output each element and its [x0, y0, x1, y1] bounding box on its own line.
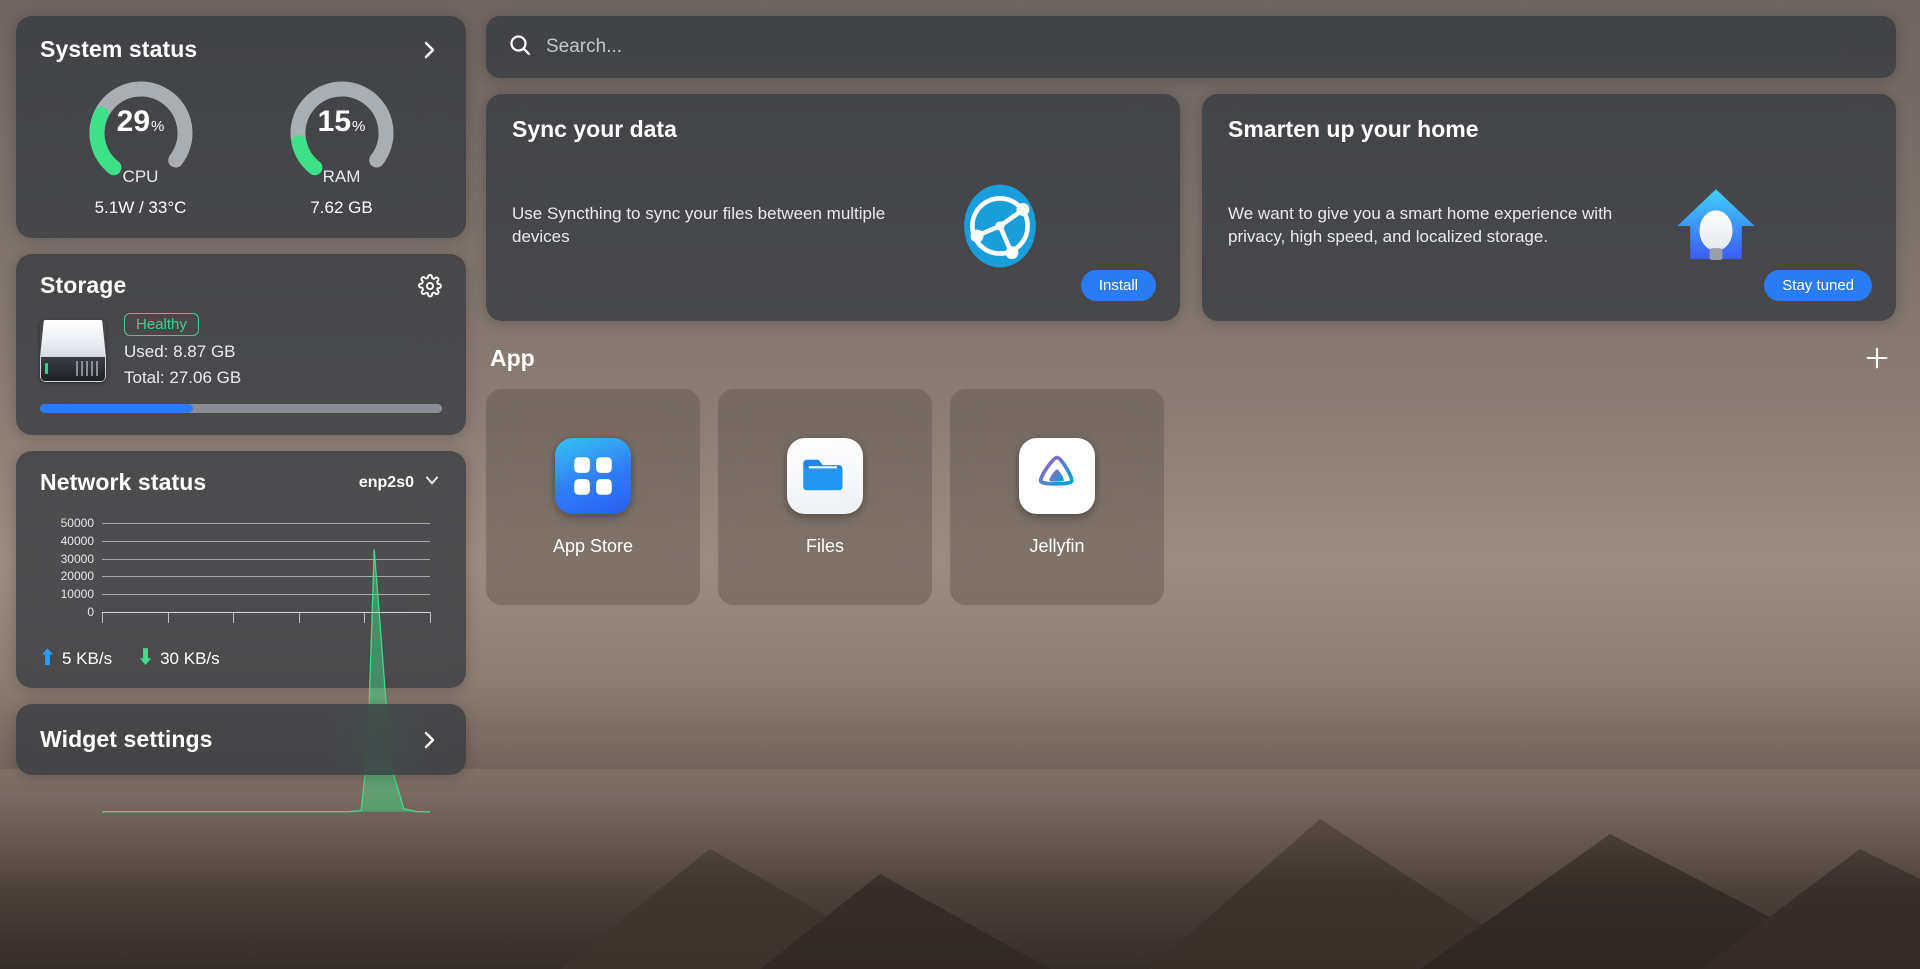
smart-home-promo-card: Smarten up your home We want to give you… [1202, 94, 1896, 321]
syncthing-logo-icon [954, 180, 1046, 272]
cpu-gauge-group: 29% CPU 5.1W / 33°C [85, 77, 197, 218]
app-tile-app-store[interactable]: App Store [486, 389, 700, 605]
widget-sidebar: System status 29% CPU 5.1W / 33°C 15% RA… [0, 0, 478, 969]
storage-details: Healthy Used: 8.87 GB Total: 27.06 GB [124, 313, 241, 388]
chart-x-tick [430, 612, 431, 623]
app-section-title: App [490, 344, 535, 371]
chart-x-tick [233, 612, 235, 623]
storage-card: Storage Healthy Used: 8.87 GB Total: 27.… [16, 254, 466, 435]
sync-promo-text: Use Syncthing to sync your files between… [512, 204, 886, 246]
sync-promo-title: Sync your data [512, 116, 677, 142]
plus-icon[interactable] [1862, 343, 1892, 373]
storage-title: Storage [40, 272, 127, 298]
app-grid: App Store Files Jellyfin [486, 389, 1896, 605]
widget-settings-card[interactable]: Widget settings [16, 704, 466, 775]
app-tile-jellyfin[interactable]: Jellyfin [950, 389, 1164, 605]
widget-settings-title: Widget settings [40, 726, 213, 752]
app-tile-label: Jellyfin [1029, 535, 1085, 556]
sync-promo-body: Use Syncthing to sync your files between… [512, 149, 1154, 303]
status-badge: Healthy [124, 313, 199, 336]
chevron-down-icon [422, 470, 442, 495]
system-status-header: System status [40, 36, 442, 63]
chart-y-tick-label: 0 [87, 605, 94, 619]
storage-summary: Healthy Used: 8.87 GB Total: 27.06 GB [40, 313, 442, 388]
chevron-right-icon[interactable] [416, 37, 442, 63]
jellyfin-icon [1019, 437, 1095, 514]
cpu-power-temp: 5.1W / 33°C [94, 198, 187, 217]
smart-home-bulb-icon [1670, 180, 1762, 272]
chart-x-tick [167, 612, 169, 623]
chart-y-tick-label: 10000 [60, 587, 94, 602]
search-input[interactable] [546, 36, 1874, 58]
cpu-gauge: 29% CPU [85, 77, 197, 189]
promo-cards-row: Sync your data Use Syncthing to sync you… [486, 94, 1896, 321]
arrow-up-icon [40, 648, 55, 670]
chevron-right-icon [416, 727, 442, 753]
app-tile-files[interactable]: Files [718, 389, 932, 605]
chart-x-tick [364, 612, 366, 623]
app-tile-label: App Store [552, 535, 634, 556]
app-tile-label: Files [805, 535, 844, 556]
resource-gauges: 29% CPU 5.1W / 33°C 15% RAM 7.62 GB [40, 77, 442, 218]
chart-x-tick [102, 612, 103, 623]
smart-home-promo-title: Smarten up your home [1228, 116, 1479, 142]
cpu-percent-symbol: % [151, 118, 165, 135]
chart-y-axis-labels: 0 10000 20000 30000 40000 50000 [40, 510, 94, 622]
chart-y-tick-label: 20000 [60, 569, 94, 584]
network-header: Network status enp2s0 [40, 469, 442, 496]
ram-percent-value: 15 [317, 105, 352, 138]
cpu-gauge-value-group: 29% [85, 107, 197, 137]
cpu-gauge-label: CPU [122, 167, 159, 186]
ram-gauge-label: RAM [322, 167, 361, 186]
ram-gauge-value-group: 15% [286, 107, 398, 137]
files-folder-icon [787, 437, 863, 514]
storage-progress-fill [40, 404, 193, 413]
system-status-title: System status [40, 36, 198, 62]
chart-y-tick-label: 50000 [60, 515, 94, 530]
storage-progress-bar [40, 404, 442, 413]
storage-used: Used: 8.87 GB [124, 342, 236, 361]
chart-plot-area [102, 510, 430, 622]
chart-x-axis [102, 612, 431, 624]
ram-percent-symbol: % [352, 118, 366, 135]
network-interface-selector[interactable]: enp2s0 [359, 470, 442, 495]
ram-gauge-group: 15% RAM 7.62 GB [286, 77, 398, 218]
network-status-title: Network status [40, 469, 207, 495]
network-status-card: Network status enp2s0 0 10000 20000 30000 40… [16, 451, 466, 688]
chart-x-tick [298, 612, 300, 623]
app-store-icon [555, 437, 631, 514]
chart-y-tick-label: 30000 [60, 551, 94, 566]
system-status-card: System status 29% CPU 5.1W / 33°C 15% RA… [16, 16, 466, 238]
sync-promo-card: Sync your data Use Syncthing to sync you… [486, 94, 1180, 321]
app-section-header: App [486, 337, 1896, 373]
ram-gauge: 15% RAM [286, 77, 398, 189]
storage-total: Total: 27.06 GB [124, 368, 242, 387]
chart-y-tick-label: 40000 [60, 533, 94, 548]
smart-home-promo-text: We want to give you a smart home experie… [1228, 204, 1613, 246]
network-traffic-chart: 0 10000 20000 30000 40000 50000 [40, 510, 442, 622]
hard-disk-icon [40, 319, 106, 382]
cpu-percent-value: 29 [116, 105, 151, 138]
storage-header: Storage [40, 272, 442, 299]
ram-total: 7.62 GB [310, 198, 373, 217]
gear-icon[interactable] [418, 273, 442, 298]
main-content: Sync your data Use Syncthing to sync you… [478, 0, 1920, 969]
stay-tuned-button[interactable]: Stay tuned [1764, 270, 1872, 301]
search-icon [508, 33, 532, 62]
chart-traffic-area [102, 510, 430, 838]
search-bar[interactable] [486, 16, 1896, 78]
install-button[interactable]: Install [1080, 270, 1156, 301]
network-interface-name: enp2s0 [358, 473, 414, 491]
